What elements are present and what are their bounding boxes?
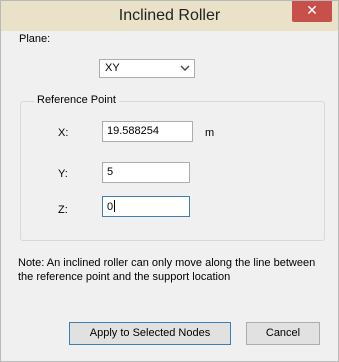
plane-select-value: XY <box>105 62 120 74</box>
x-label: X: <box>58 127 69 139</box>
close-icon: ✕ <box>306 3 318 19</box>
plane-select[interactable]: XY <box>99 59 195 78</box>
chevron-down-icon <box>180 61 190 78</box>
y-label: Y: <box>58 168 68 180</box>
z-field[interactable]: 0 <box>102 196 190 217</box>
note-text: Note: An inclined roller can only move a… <box>18 257 316 283</box>
x-field[interactable]: 19.588254 <box>102 121 193 142</box>
cancel-button[interactable]: Cancel <box>246 322 320 345</box>
reference-point-title: Reference Point <box>34 94 119 106</box>
x-unit: m <box>205 127 215 139</box>
window-title: Inclined Roller <box>118 7 221 24</box>
z-value: 0 <box>107 201 114 213</box>
plane-label: Plane: <box>19 33 51 45</box>
close-button[interactable]: ✕ <box>292 1 332 22</box>
apply-to-selected-nodes-button[interactable]: Apply to Selected Nodes <box>69 322 231 345</box>
x-value: 19.588254 <box>107 125 159 137</box>
title-bar[interactable]: Inclined Roller ✕ <box>1 1 338 31</box>
text-caret <box>114 200 116 212</box>
y-value: 5 <box>107 166 114 178</box>
z-label: Z: <box>58 204 68 216</box>
y-field[interactable]: 5 <box>102 162 190 183</box>
z-value-wrap: 0 <box>107 200 116 213</box>
